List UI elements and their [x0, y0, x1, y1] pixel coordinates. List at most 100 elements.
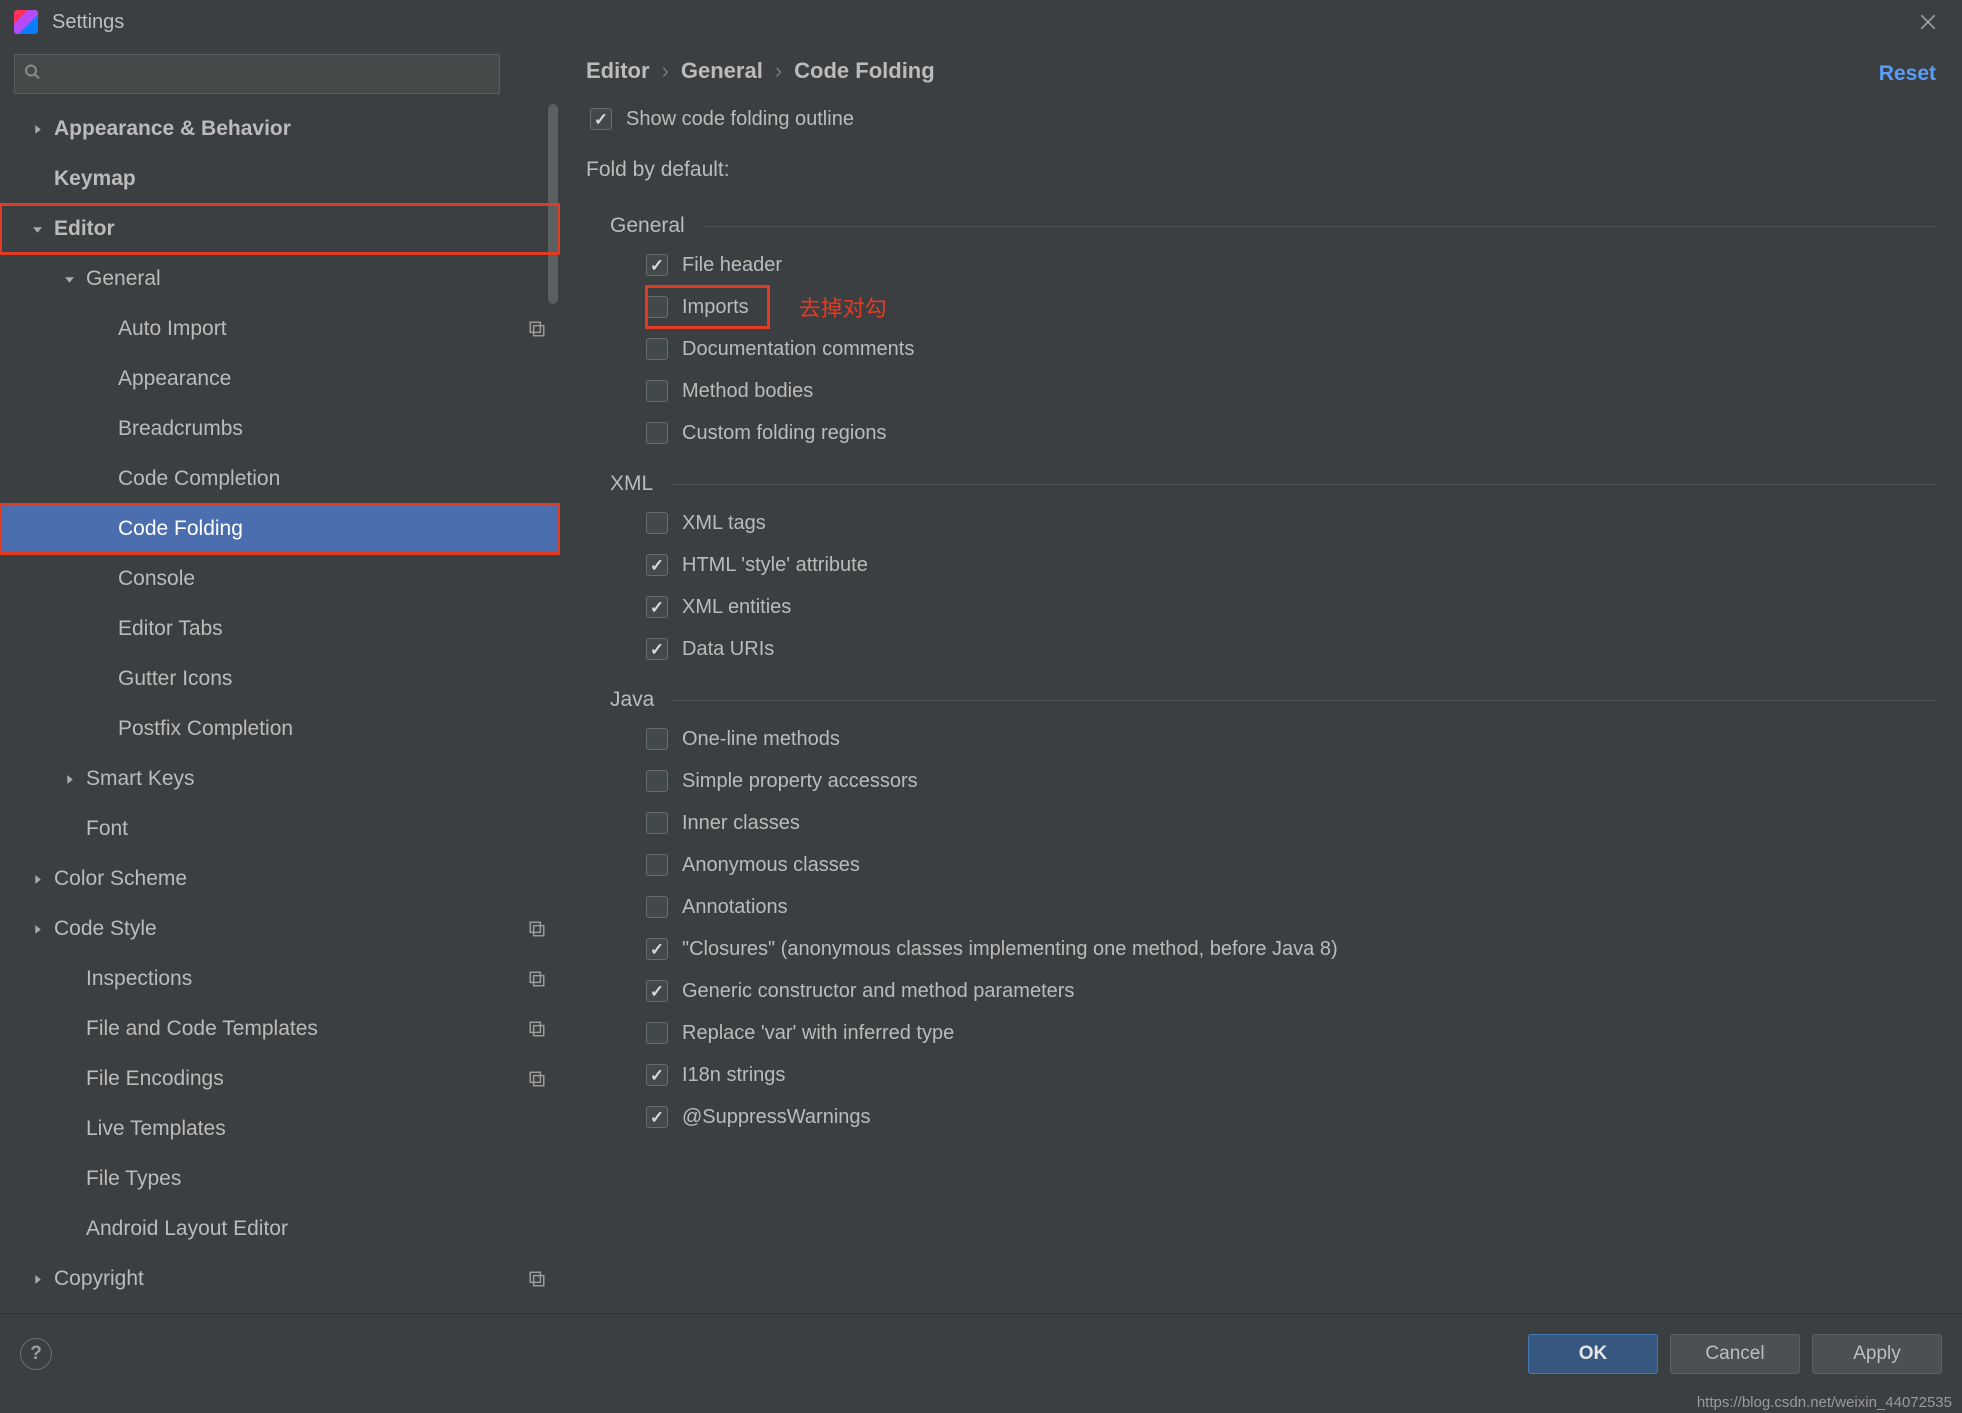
sidebar-item-label: Appearance & Behavior — [54, 117, 548, 141]
sidebar-item-live-templates[interactable]: Live Templates — [0, 1104, 560, 1154]
sidebar-item-file-encodings[interactable]: File Encodings — [0, 1054, 560, 1104]
option-label: Simple property accessors — [682, 770, 918, 793]
crumb-general[interactable]: General — [681, 58, 763, 84]
sidebar-item-copyright[interactable]: Copyright — [0, 1254, 560, 1304]
arrow-spacer — [92, 420, 110, 438]
show-outline-checkbox[interactable] — [590, 108, 612, 130]
checkbox[interactable] — [646, 254, 668, 276]
option-label: Replace 'var' with inferred type — [682, 1022, 954, 1045]
title-bar: Settings — [0, 0, 1962, 44]
search-icon — [24, 63, 40, 86]
arrow-spacer — [60, 1070, 78, 1088]
checkbox[interactable] — [646, 512, 668, 534]
option-row: Annotations — [646, 886, 1936, 928]
chevron-right-icon: › — [662, 58, 669, 84]
sidebar-item-label: Gutter Icons — [118, 667, 548, 691]
scheme-icon — [526, 918, 548, 940]
sidebar-item-postfix-completion[interactable]: Postfix Completion — [0, 704, 560, 754]
checkbox[interactable] — [646, 770, 668, 792]
scheme-icon — [526, 318, 548, 340]
sidebar-item-editor-tabs[interactable]: Editor Tabs — [0, 604, 560, 654]
crumb-editor[interactable]: Editor — [586, 58, 650, 84]
checkbox[interactable] — [646, 728, 668, 750]
arrow-spacer — [92, 520, 110, 538]
sidebar-item-file-and-code-templates[interactable]: File and Code Templates — [0, 1004, 560, 1054]
sidebar-item-android-layout-editor[interactable]: Android Layout Editor — [0, 1204, 560, 1254]
checkbox[interactable] — [646, 380, 668, 402]
checkbox[interactable] — [646, 296, 668, 318]
sidebar-item-keymap[interactable]: Keymap — [0, 154, 560, 204]
checkbox[interactable] — [646, 338, 668, 360]
sidebar-item-label: File Types — [86, 1167, 548, 1191]
checkbox[interactable] — [646, 896, 668, 918]
option-row: Replace 'var' with inferred type — [646, 1012, 1936, 1054]
sidebar-item-general[interactable]: General — [0, 254, 560, 304]
sidebar-item-file-types[interactable]: File Types — [0, 1154, 560, 1204]
sidebar-item-inspections[interactable]: Inspections — [0, 954, 560, 1004]
sidebar-item-label: Copyright — [54, 1267, 520, 1291]
option-row: One-line methods — [646, 718, 1936, 760]
option-label: @SuppressWarnings — [682, 1106, 871, 1129]
sidebar-item-console[interactable]: Console — [0, 554, 560, 604]
checkbox[interactable] — [646, 1022, 668, 1044]
settings-tree: Appearance & Behavior Keymap Editor General… — [0, 104, 560, 1313]
sidebar-item-appearance-behavior[interactable]: Appearance & Behavior — [0, 104, 560, 154]
checkbox[interactable] — [646, 1106, 668, 1128]
scheme-icon — [526, 1068, 548, 1090]
sidebar-item-font[interactable]: Font — [0, 804, 560, 854]
search-input[interactable] — [14, 54, 500, 94]
ok-button[interactable]: OK — [1528, 1334, 1658, 1374]
option-row: Data URIs — [646, 628, 1936, 670]
sidebar: Appearance & Behavior Keymap Editor General… — [0, 44, 560, 1313]
sidebar-item-label: Live Templates — [86, 1117, 548, 1141]
option-row: "Closures" (anonymous classes implementi… — [646, 928, 1936, 970]
chevron-right-icon — [28, 120, 46, 138]
annotation: 去掉对勾 — [799, 291, 887, 323]
arrow-spacer — [28, 170, 46, 188]
help-button[interactable]: ? — [20, 1338, 52, 1370]
apply-button[interactable]: Apply — [1812, 1334, 1942, 1374]
cancel-button[interactable]: Cancel — [1670, 1334, 1800, 1374]
checkbox[interactable] — [646, 422, 668, 444]
sidebar-item-editor[interactable]: Editor — [0, 204, 560, 254]
sidebar-item-appearance[interactable]: Appearance — [0, 354, 560, 404]
checkbox[interactable] — [646, 812, 668, 834]
checkbox[interactable] — [646, 554, 668, 576]
sidebar-item-label: Font — [86, 817, 548, 841]
close-button[interactable] — [1908, 2, 1948, 42]
sidebar-item-gutter-icons[interactable]: Gutter Icons — [0, 654, 560, 704]
arrow-spacer — [92, 720, 110, 738]
sidebar-item-auto-import[interactable]: Auto Import — [0, 304, 560, 354]
sidebar-item-label: File Encodings — [86, 1067, 520, 1091]
checkbox[interactable] — [646, 638, 668, 660]
sidebar-item-color-scheme[interactable]: Color Scheme — [0, 854, 560, 904]
chevron-down-icon — [60, 270, 78, 288]
option-label: File header — [682, 254, 782, 277]
group-name: General — [610, 214, 685, 238]
sidebar-item-label: Editor — [54, 217, 548, 241]
option-row: Method bodies — [646, 370, 1936, 412]
search-wrap — [0, 44, 560, 104]
sidebar-item-breadcrumbs[interactable]: Breadcrumbs — [0, 404, 560, 454]
checkbox[interactable] — [646, 980, 668, 1002]
sidebar-item-code-style[interactable]: Code Style — [0, 904, 560, 954]
option-label: Method bodies — [682, 380, 813, 403]
checkbox[interactable] — [646, 596, 668, 618]
show-outline-label: Show code folding outline — [626, 108, 854, 131]
group-body: One-line methods Simple property accessor… — [586, 718, 1936, 1138]
option-row: I18n strings — [646, 1054, 1936, 1096]
arrow-spacer — [60, 1020, 78, 1038]
arrow-spacer — [92, 670, 110, 688]
sidebar-item-code-completion[interactable]: Code Completion — [0, 454, 560, 504]
checkbox[interactable] — [646, 938, 668, 960]
scheme-icon — [526, 1268, 548, 1290]
option-label: I18n strings — [682, 1064, 785, 1087]
footer: ? OK Cancel Apply — [0, 1313, 1962, 1393]
checkbox[interactable] — [646, 854, 668, 876]
main-panel: Editor › General › Code Folding Reset Sh… — [560, 44, 1962, 1313]
sidebar-item-smart-keys[interactable]: Smart Keys — [0, 754, 560, 804]
sidebar-item-code-folding[interactable]: Code Folding — [0, 504, 560, 554]
arrow-spacer — [60, 970, 78, 988]
checkbox[interactable] — [646, 1064, 668, 1086]
reset-link[interactable]: Reset — [1879, 62, 1936, 86]
